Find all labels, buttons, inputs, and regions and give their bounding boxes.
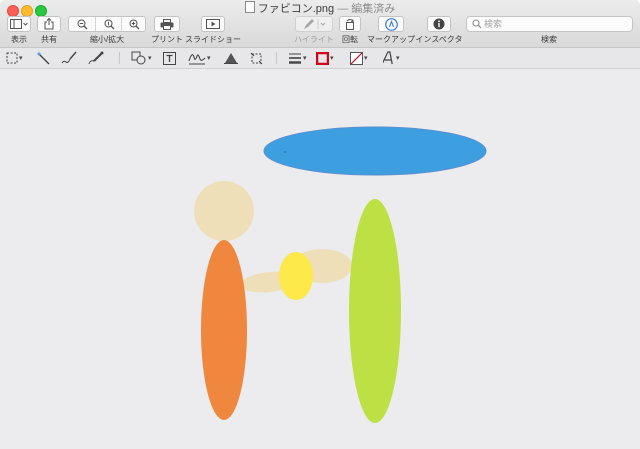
zoom-in-button[interactable] — [121, 17, 146, 31]
zoom-button-group — [68, 16, 146, 32]
fill-color-icon — [350, 51, 363, 65]
inspector-button[interactable] — [427, 16, 451, 32]
line-style-tool[interactable]: ▾ — [288, 50, 307, 66]
blue-disk-dot — [284, 151, 286, 153]
magic-wand-icon — [36, 51, 50, 65]
zoom-out-icon — [77, 19, 87, 29]
info-icon — [433, 18, 445, 30]
slideshow-button[interactable] — [201, 16, 225, 32]
window-title: ファビコン.png — 編集済み — [0, 1, 640, 16]
document-icon — [244, 1, 255, 13]
inspector-label: インスペクタ — [415, 35, 463, 44]
instant-alpha-tool[interactable] — [36, 50, 50, 66]
shapes-icon — [131, 51, 146, 65]
border-color-tool[interactable]: ▾ — [316, 50, 334, 66]
text-style-icon — [383, 51, 393, 65]
selection-tool[interactable]: ▾ — [6, 50, 23, 66]
window-filename: ファビコン.png — [257, 3, 335, 15]
sketch-icon — [61, 51, 77, 64]
fill-color-tool[interactable]: ▾ — [350, 50, 368, 66]
image-canvas[interactable] — [0, 69, 640, 449]
markup-toolbar: ▾ ▾ ▾ ▾ ▾ ▾ ▾ — [0, 48, 640, 69]
draw-pen-icon — [88, 51, 104, 65]
window-edited-status: 編集済み — [351, 3, 396, 15]
actual-size-button[interactable] — [95, 17, 122, 31]
right-body-shape — [349, 199, 401, 423]
share-button[interactable] — [37, 16, 61, 32]
border-color-icon — [316, 51, 329, 65]
slideshow-icon — [206, 19, 220, 29]
view-button[interactable] — [7, 16, 31, 32]
toolbar-divider — [276, 52, 277, 64]
print-label: プリント — [151, 35, 183, 44]
markup-pen-icon — [384, 17, 398, 31]
share-label: 共有 — [41, 35, 57, 44]
line-style-icon — [289, 53, 301, 64]
sidebar-icon — [10, 19, 28, 29]
rotate-button[interactable] — [339, 16, 361, 32]
toolbar-divider — [119, 52, 120, 64]
markup-label: マークアップ — [367, 35, 415, 44]
text-tool[interactable] — [163, 50, 176, 66]
text-style-tool[interactable]: ▾ — [383, 50, 400, 66]
draw-tool[interactable] — [88, 50, 104, 66]
actual-size-icon — [104, 19, 114, 29]
adjust-color-icon — [224, 53, 238, 64]
left-body-shape — [201, 240, 247, 420]
highlight-button[interactable] — [295, 16, 333, 32]
text-box-icon — [163, 51, 176, 65]
search-placeholder: 検索 — [484, 19, 503, 29]
slideshow-label: スライドショー — [185, 35, 241, 44]
zoom-label: 縮小/拡大 — [89, 35, 125, 44]
adjust-size-tool[interactable] — [250, 50, 263, 66]
rotate-label: 回転 — [342, 35, 358, 44]
yellow-ball-shape — [279, 252, 313, 300]
title-toolbar: ファビコン.png — 編集済み 表示 共有 縮小/拡大 プリント スライドショ… — [0, 0, 640, 48]
blue-disk-shape — [263, 126, 487, 176]
markup-button[interactable] — [378, 16, 404, 32]
adjust-size-icon — [250, 52, 263, 64]
view-label: 表示 — [11, 35, 27, 44]
print-button[interactable] — [154, 16, 180, 32]
search-field[interactable]: 検索 — [466, 16, 633, 32]
adjust-color-tool[interactable] — [224, 50, 238, 66]
favicon-drawing — [194, 126, 487, 423]
share-icon — [44, 18, 54, 30]
zoom-in-icon — [129, 19, 139, 29]
printer-icon — [160, 18, 174, 30]
signature-icon — [188, 54, 206, 65]
rotate-icon — [346, 19, 355, 30]
sign-tool[interactable]: ▾ — [188, 50, 211, 66]
highlight-label: ハイライト — [294, 35, 334, 44]
search-icon — [472, 19, 482, 29]
highlighter-icon — [304, 19, 326, 29]
rectangular-selection-icon — [6, 52, 18, 64]
window-separator: — — [337, 3, 349, 15]
shapes-tool[interactable]: ▾ — [131, 50, 152, 66]
left-head-shape — [194, 181, 254, 241]
search-label: 検索 — [541, 35, 557, 44]
sketch-tool[interactable] — [61, 50, 77, 66]
preview-window: ファビコン.png — 編集済み 表示 共有 縮小/拡大 プリント スライドショ… — [0, 0, 640, 449]
zoom-out-button[interactable] — [69, 17, 95, 31]
